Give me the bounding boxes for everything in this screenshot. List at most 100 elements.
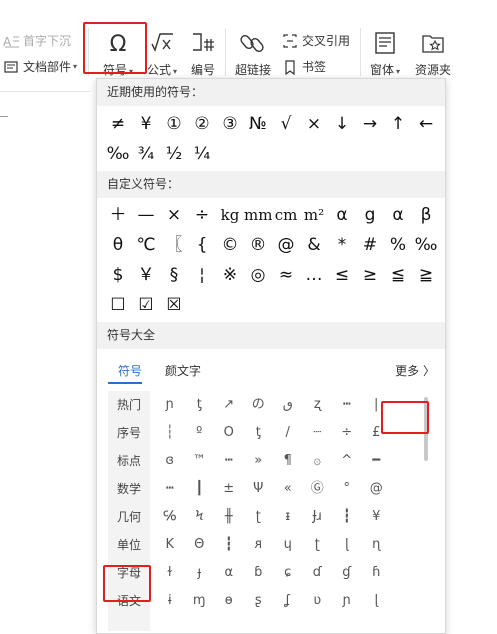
custom-symbol-cell[interactable]: ≤ [328,260,356,290]
recent-symbol-cell[interactable]: ‰ [104,139,132,169]
library-symbol-cell[interactable]: ۞ [303,447,333,475]
recent-symbol-cell[interactable]: ← [412,109,440,139]
library-symbol-cell[interactable] [391,559,421,587]
custom-symbol-cell[interactable]: ≦ [384,260,412,290]
bookmark-button[interactable]: 书签 [282,58,326,75]
library-symbol-cell[interactable]: ɳ [362,531,392,559]
library-symbol-cell[interactable]: ɕ [273,559,303,587]
numbering-button[interactable]: 编号 [186,30,220,78]
library-symbol-cell[interactable]: ɠ [332,559,362,587]
custom-symbol-cell[interactable]: α [384,200,412,230]
library-symbol-cell[interactable]: Θ [185,531,215,559]
library-symbol-cell[interactable]: ᵻ [273,503,303,531]
library-symbol-cell[interactable]: ٯ [273,391,303,419]
recent-symbol-cell[interactable]: × [300,109,328,139]
custom-symbol-cell[interactable]: … [300,260,328,290]
custom-symbol-cell[interactable]: ＋ [104,200,132,230]
custom-symbol-cell[interactable]: ※ [216,260,244,290]
library-symbol-cell[interactable]: º [185,419,215,447]
custom-symbol-cell[interactable]: ☐ [104,290,132,320]
library-symbol-cell[interactable]: @ [362,475,392,503]
custom-symbol-cell[interactable]: © [216,230,244,260]
library-symbol-cell[interactable]: ℅ [155,503,185,531]
category-item[interactable]: 热门 [108,391,150,419]
library-symbol-cell[interactable]: ┅ [214,447,244,475]
recent-symbol-cell[interactable]: ≠ [104,109,132,139]
library-symbol-cell[interactable]: ʋ [303,587,333,615]
library-symbol-cell[interactable]: ƫ [244,419,274,447]
symbol-button[interactable]: Ω 符号 ▾ [96,30,140,78]
custom-symbol-cell[interactable]: ≥ [356,260,384,290]
custom-symbol-cell[interactable]: § [160,260,188,290]
custom-symbol-cell[interactable]: & [300,230,328,260]
library-symbol-cell[interactable] [391,531,421,559]
custom-symbol-cell[interactable]: α [328,200,356,230]
library-symbol-cell[interactable] [391,419,421,447]
library-symbol-cell[interactable]: ʈ [303,531,333,559]
library-symbol-cell[interactable]: ÷ [332,419,362,447]
custom-symbol-cell[interactable]: β [412,200,440,230]
library-symbol-cell[interactable]: ^ [332,447,362,475]
custom-symbol-cell[interactable]: # [356,230,384,260]
library-symbol-cell[interactable]: ɦ [362,559,392,587]
category-item[interactable]: 单位 [108,531,150,559]
library-symbol-cell[interactable]: ┃ [185,475,215,503]
library-symbol-cell[interactable]: ┈ [303,419,333,447]
recent-symbol-cell[interactable]: ① [160,109,188,139]
custom-symbol-cell[interactable]: mm [244,200,272,230]
custom-symbol-cell[interactable]: × [160,200,188,230]
library-symbol-cell[interactable]: Ο [214,419,244,447]
library-scrollbar[interactable] [424,397,428,461]
library-symbol-cell[interactable]: ┇ [214,531,244,559]
library-symbol-cell[interactable] [391,503,421,531]
custom-symbol-cell[interactable]: ☑ [132,290,160,320]
library-symbol-cell[interactable]: ɓ [244,559,274,587]
recent-symbol-cell[interactable]: ② [188,109,216,139]
library-symbol-cell[interactable]: ᴙ [244,531,274,559]
custom-symbol-cell[interactable]: ≧ [412,260,440,290]
cross-reference-button[interactable]: 交叉引用 [282,32,350,49]
custom-symbol-cell[interactable]: ¦ [188,260,216,290]
custom-symbol-cell[interactable]: ℃ [132,230,160,260]
library-symbol-cell[interactable]: ɵ [214,587,244,615]
custom-symbol-cell[interactable]: ☒ [160,290,188,320]
custom-symbol-cell[interactable]: 〖 [160,230,188,260]
custom-symbol-cell[interactable]: cm [272,200,300,230]
custom-symbol-cell[interactable]: m² [300,200,328,230]
library-symbol-cell[interactable]: ↗ [214,391,244,419]
library-symbol-cell[interactable]: ± [214,475,244,503]
library-symbol-cell[interactable]: ┅ [155,475,185,503]
custom-symbol-cell[interactable]: ‰ [412,230,440,260]
recent-symbol-cell[interactable]: ½ [160,139,188,169]
recent-symbol-cell[interactable]: № [244,109,272,139]
library-symbol-cell[interactable]: ɭ [362,587,392,615]
library-symbol-cell[interactable]: α [214,559,244,587]
custom-symbol-cell[interactable]: % [384,230,412,260]
library-symbol-cell[interactable]: Κ [155,531,185,559]
tab-symbols[interactable]: 符号 [118,362,142,379]
library-symbol-cell[interactable]: の [244,391,274,419]
recent-symbol-cell[interactable]: ↑ [384,109,412,139]
library-symbol-cell[interactable]: / [273,419,303,447]
custom-symbol-cell[interactable]: g [356,200,384,230]
library-symbol-cell[interactable] [391,447,421,475]
library-symbol-cell[interactable]: ʐ [303,391,333,419]
library-symbol-cell[interactable]: ʂ [244,587,274,615]
library-symbol-cell[interactable]: | [362,391,392,419]
library-symbol-cell[interactable] [391,587,421,615]
resources-button[interactable]: 资源夹 [412,30,454,78]
custom-symbol-cell[interactable]: — [132,200,160,230]
category-item[interactable]: 语文 [108,587,150,615]
custom-symbol-cell[interactable]: ◎ [244,260,272,290]
library-symbol-cell[interactable]: ɗ [303,559,333,587]
library-symbol-cell[interactable]: ɲ [155,391,185,419]
custom-symbol-cell[interactable]: kg [216,200,244,230]
recent-symbol-cell[interactable]: √ [272,109,300,139]
library-symbol-cell[interactable]: « [273,475,303,503]
library-symbol-cell[interactable]: ━ [362,447,392,475]
library-symbol-cell[interactable]: Ɉɹ [303,503,333,531]
custom-symbol-cell[interactable]: @ [272,230,300,260]
custom-symbol-cell[interactable]: ® [244,230,272,260]
library-symbol-cell[interactable]: ┅ [332,391,362,419]
custom-symbol-cell[interactable]: $ [104,260,132,290]
